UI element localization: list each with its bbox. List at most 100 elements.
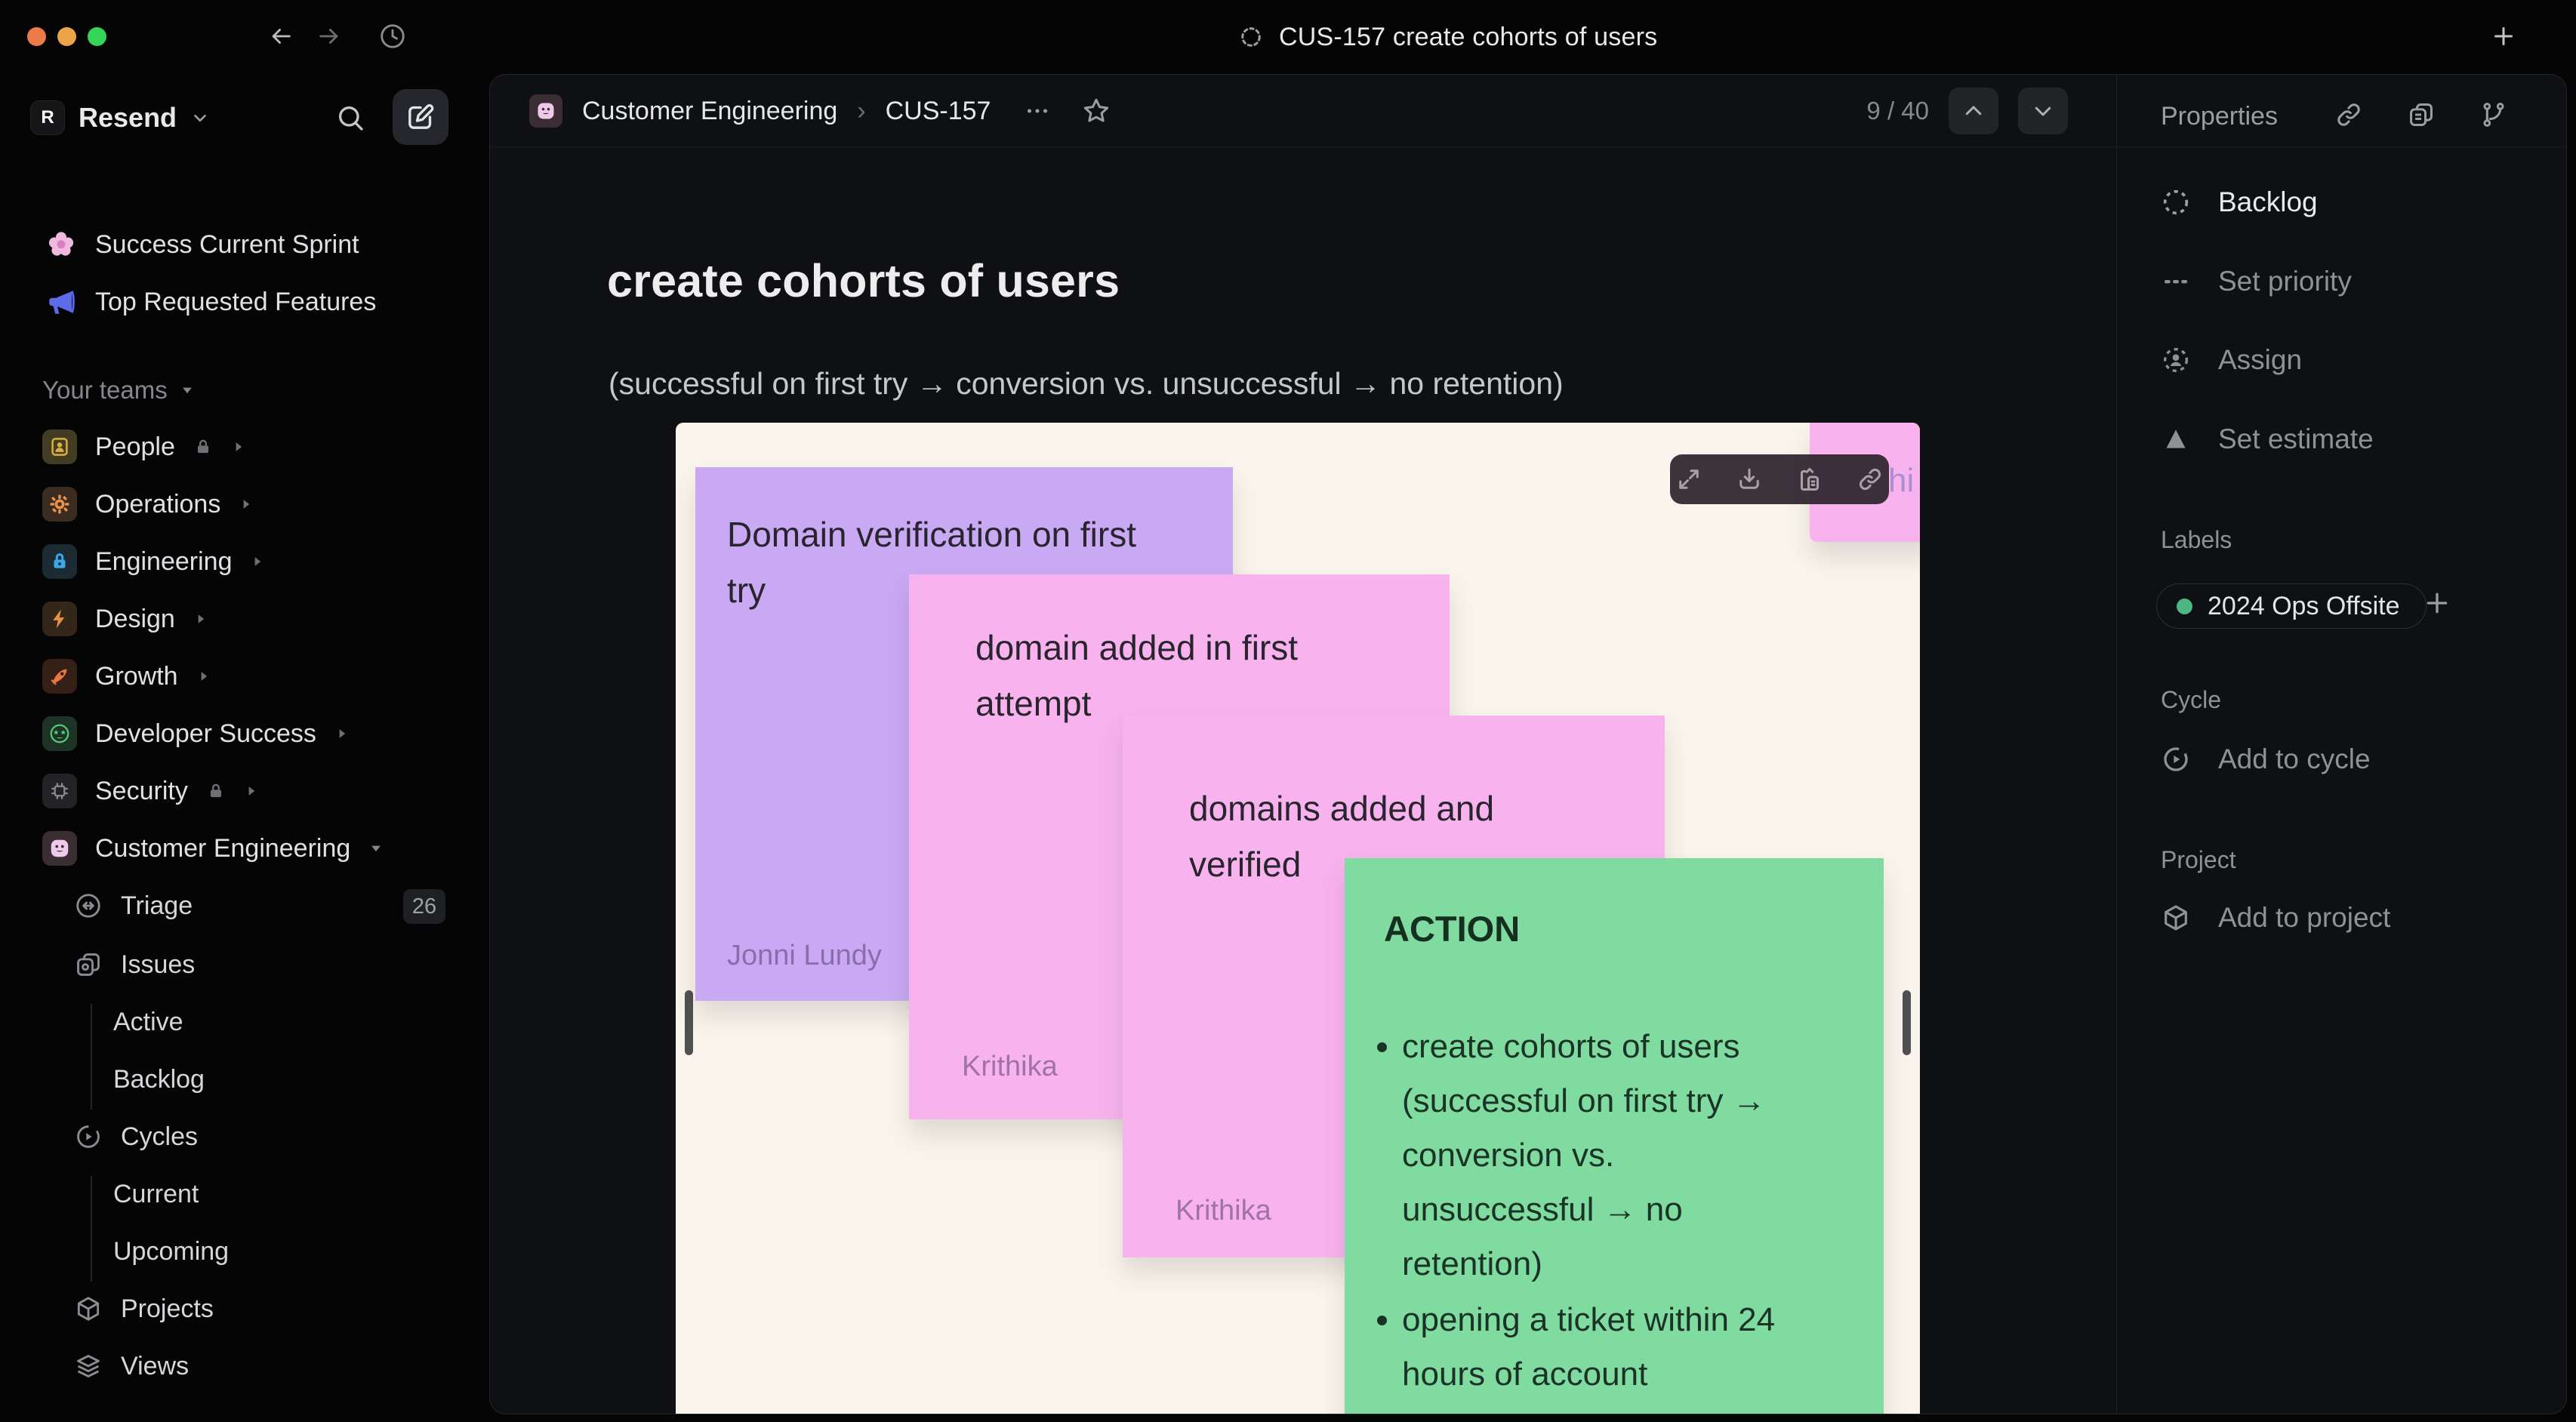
properties-header-actions	[2334, 100, 2508, 129]
sidebar-team-customer-engineering[interactable]: Customer Engineering	[42, 824, 384, 873]
next-issue-button[interactable]	[2018, 88, 2068, 134]
sidebar-item-upcoming[interactable]: Upcoming	[113, 1227, 229, 1276]
new-issue-button[interactable]	[393, 89, 448, 145]
sticky-note-author: Krithika	[962, 1051, 1058, 1082]
whiteboard-image-embed[interactable]: Domain verification on first try Jonni L…	[676, 423, 1920, 1414]
team-label: Operations	[95, 489, 221, 519]
people-team-icon	[42, 429, 77, 464]
sidebar-item-current[interactable]: Current	[113, 1170, 199, 1218]
minimize-window-button[interactable]	[57, 27, 76, 46]
action-note-list: create cohorts of users (successful on f…	[1367, 1020, 1790, 1403]
estimate-row[interactable]: Set estimate	[2161, 423, 2374, 455]
link-icon[interactable]	[1857, 466, 1884, 493]
arrow-right-icon	[319, 29, 338, 44]
sidebar-team-operations[interactable]: Operations	[42, 480, 254, 528]
team-label: Growth	[95, 661, 178, 691]
sidebar-item-views[interactable]: Views	[74, 1342, 189, 1390]
sidebar-team-developer-success[interactable]: Developer Success	[42, 709, 350, 758]
developer-success-team-icon	[42, 716, 77, 751]
chip-icon	[51, 783, 68, 799]
forward-button[interactable]	[314, 21, 344, 51]
copy-to-clipboard-icon[interactable]	[1796, 466, 1823, 493]
back-button[interactable]	[266, 21, 296, 51]
image-toolbar	[1670, 454, 1889, 504]
previous-issue-button[interactable]	[1949, 88, 1998, 134]
plus-icon	[2427, 592, 2448, 614]
expand-icon[interactable]	[1675, 466, 1702, 493]
sidebar-team-engineering[interactable]: Engineering	[42, 537, 265, 586]
sticky-note-text: domain added in first attempt	[975, 628, 1299, 723]
priority-row[interactable]: Set priority	[2161, 266, 2352, 297]
breadcrumb-issue-id[interactable]: CUS-157	[886, 97, 991, 126]
sidebar-item-top-requested-features[interactable]: Top Requested Features	[45, 278, 376, 326]
add-to-project-row[interactable]: Add to project	[2161, 902, 2390, 934]
breadcrumb-team[interactable]: Customer Engineering	[582, 97, 837, 126]
label-chip-2024-ops-offsite[interactable]: 2024 Ops Offsite	[2156, 583, 2427, 629]
views-layers-icon	[77, 1355, 100, 1377]
sidebar-item-label: Triage	[121, 891, 193, 920]
sidebar-team-design[interactable]: Design	[42, 595, 208, 643]
issue-title[interactable]: create cohorts of users	[607, 254, 1120, 307]
sidebar-item-issues[interactable]: Issues	[74, 940, 195, 989]
sidebar-team-people[interactable]: People	[42, 423, 246, 471]
assignee-label: Assign	[2218, 344, 2303, 375]
sidebar-item-triage[interactable]: Triage	[74, 882, 193, 930]
team-label: Design	[95, 604, 175, 633]
sidebar-item-active[interactable]: Active	[113, 998, 183, 1046]
issues-icon	[77, 953, 100, 976]
issue-pager: 9 / 40	[1866, 75, 2068, 147]
sidebar-item-label: Backlog	[113, 1064, 205, 1094]
issue-description[interactable]: (successful on first try → conversion vs…	[609, 366, 1564, 402]
team-label: Engineering	[95, 546, 233, 576]
your-teams-header[interactable]: Your teams	[42, 376, 195, 405]
download-icon[interactable]	[1736, 466, 1763, 493]
git-branch-icon[interactable]	[2479, 100, 2508, 129]
sidebar-team-security[interactable]: Security	[42, 767, 259, 815]
zoom-window-button[interactable]	[88, 27, 106, 46]
more-options-icon[interactable]	[1024, 97, 1051, 125]
sidebar-item-cycles[interactable]: Cycles	[74, 1113, 198, 1161]
chevron-right-icon	[255, 557, 261, 566]
search-button[interactable]	[334, 101, 367, 134]
image-resize-handle-right[interactable]	[1903, 990, 1911, 1055]
sidebar-team-growth[interactable]: Growth	[42, 652, 211, 700]
close-window-button[interactable]	[27, 27, 46, 46]
workspace-switcher[interactable]: R Resend	[30, 91, 210, 145]
lock-icon	[197, 439, 208, 454]
sidebar-item-label: Success Current Sprint	[95, 229, 359, 259]
search-icon	[339, 106, 363, 131]
image-resize-handle-left[interactable]	[685, 990, 693, 1055]
tree-indent-line	[91, 1176, 92, 1282]
copy-link-icon[interactable]	[2334, 100, 2363, 129]
history-button[interactable]	[377, 21, 408, 51]
estimate-triangle-icon	[2166, 429, 2186, 448]
sidebar-item-success-current-sprint[interactable]: Success Current Sprint	[45, 220, 359, 269]
rocket-icon	[51, 669, 67, 685]
chevron-right-icon	[198, 614, 205, 623]
add-to-cycle-row[interactable]: Add to cycle	[2161, 743, 2371, 775]
cycle-icon	[2164, 747, 2188, 771]
duplicate-icon[interactable]	[2407, 100, 2436, 129]
linear-app-window: CUS-157 create cohorts of users R Resend…	[0, 0, 2576, 1422]
new-tab-button[interactable]	[2488, 21, 2519, 51]
chevron-down-icon	[2035, 106, 2051, 116]
sidebar-item-backlog[interactable]: Backlog	[113, 1055, 205, 1103]
flower-icon	[48, 232, 74, 256]
sidebar-item-label: Current	[113, 1179, 199, 1208]
add-to-project-label: Add to project	[2218, 902, 2391, 933]
add-label-button[interactable]	[2422, 588, 2452, 618]
status-label: Backlog	[2218, 186, 2318, 217]
favorite-star-icon[interactable]	[1081, 96, 1111, 126]
lock-icon	[210, 783, 221, 798]
properties-panel: Properties Backlog Set priority Assign S…	[2116, 75, 2566, 1414]
sticky-note-green-action: ACTION create cohorts of users (successf…	[1345, 858, 1884, 1414]
chevron-down-icon	[194, 114, 206, 122]
your-teams-label: Your teams	[42, 376, 168, 404]
sidebar-item-projects[interactable]: Projects	[74, 1285, 214, 1333]
label-color-dot	[2177, 598, 2192, 614]
lightning-icon	[53, 609, 65, 629]
window-title: CUS-157 create cohorts of users	[1240, 0, 1657, 74]
assignee-row[interactable]: Assign	[2161, 344, 2302, 376]
status-row[interactable]: Backlog	[2161, 186, 2318, 218]
chevron-right-icon	[236, 442, 242, 451]
